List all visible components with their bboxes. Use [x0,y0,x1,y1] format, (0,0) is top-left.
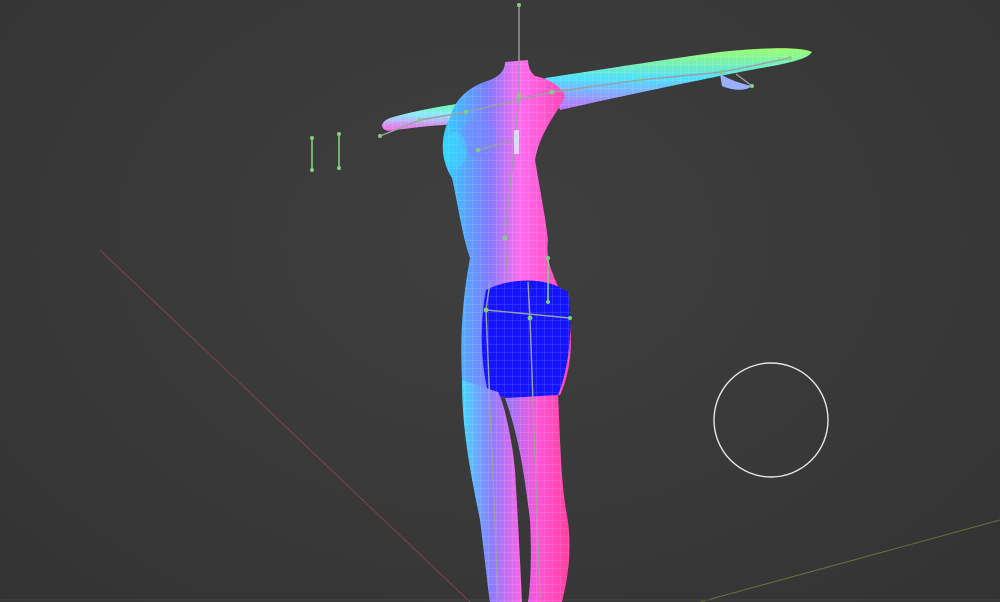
circle-brush-cursor-icon[interactable] [713,362,829,478]
character-mesh[interactable] [382,48,812,602]
armature-joints [378,3,792,321]
bone-stick-icon[interactable] [310,132,341,172]
3d-viewport[interactable] [0,0,1000,602]
